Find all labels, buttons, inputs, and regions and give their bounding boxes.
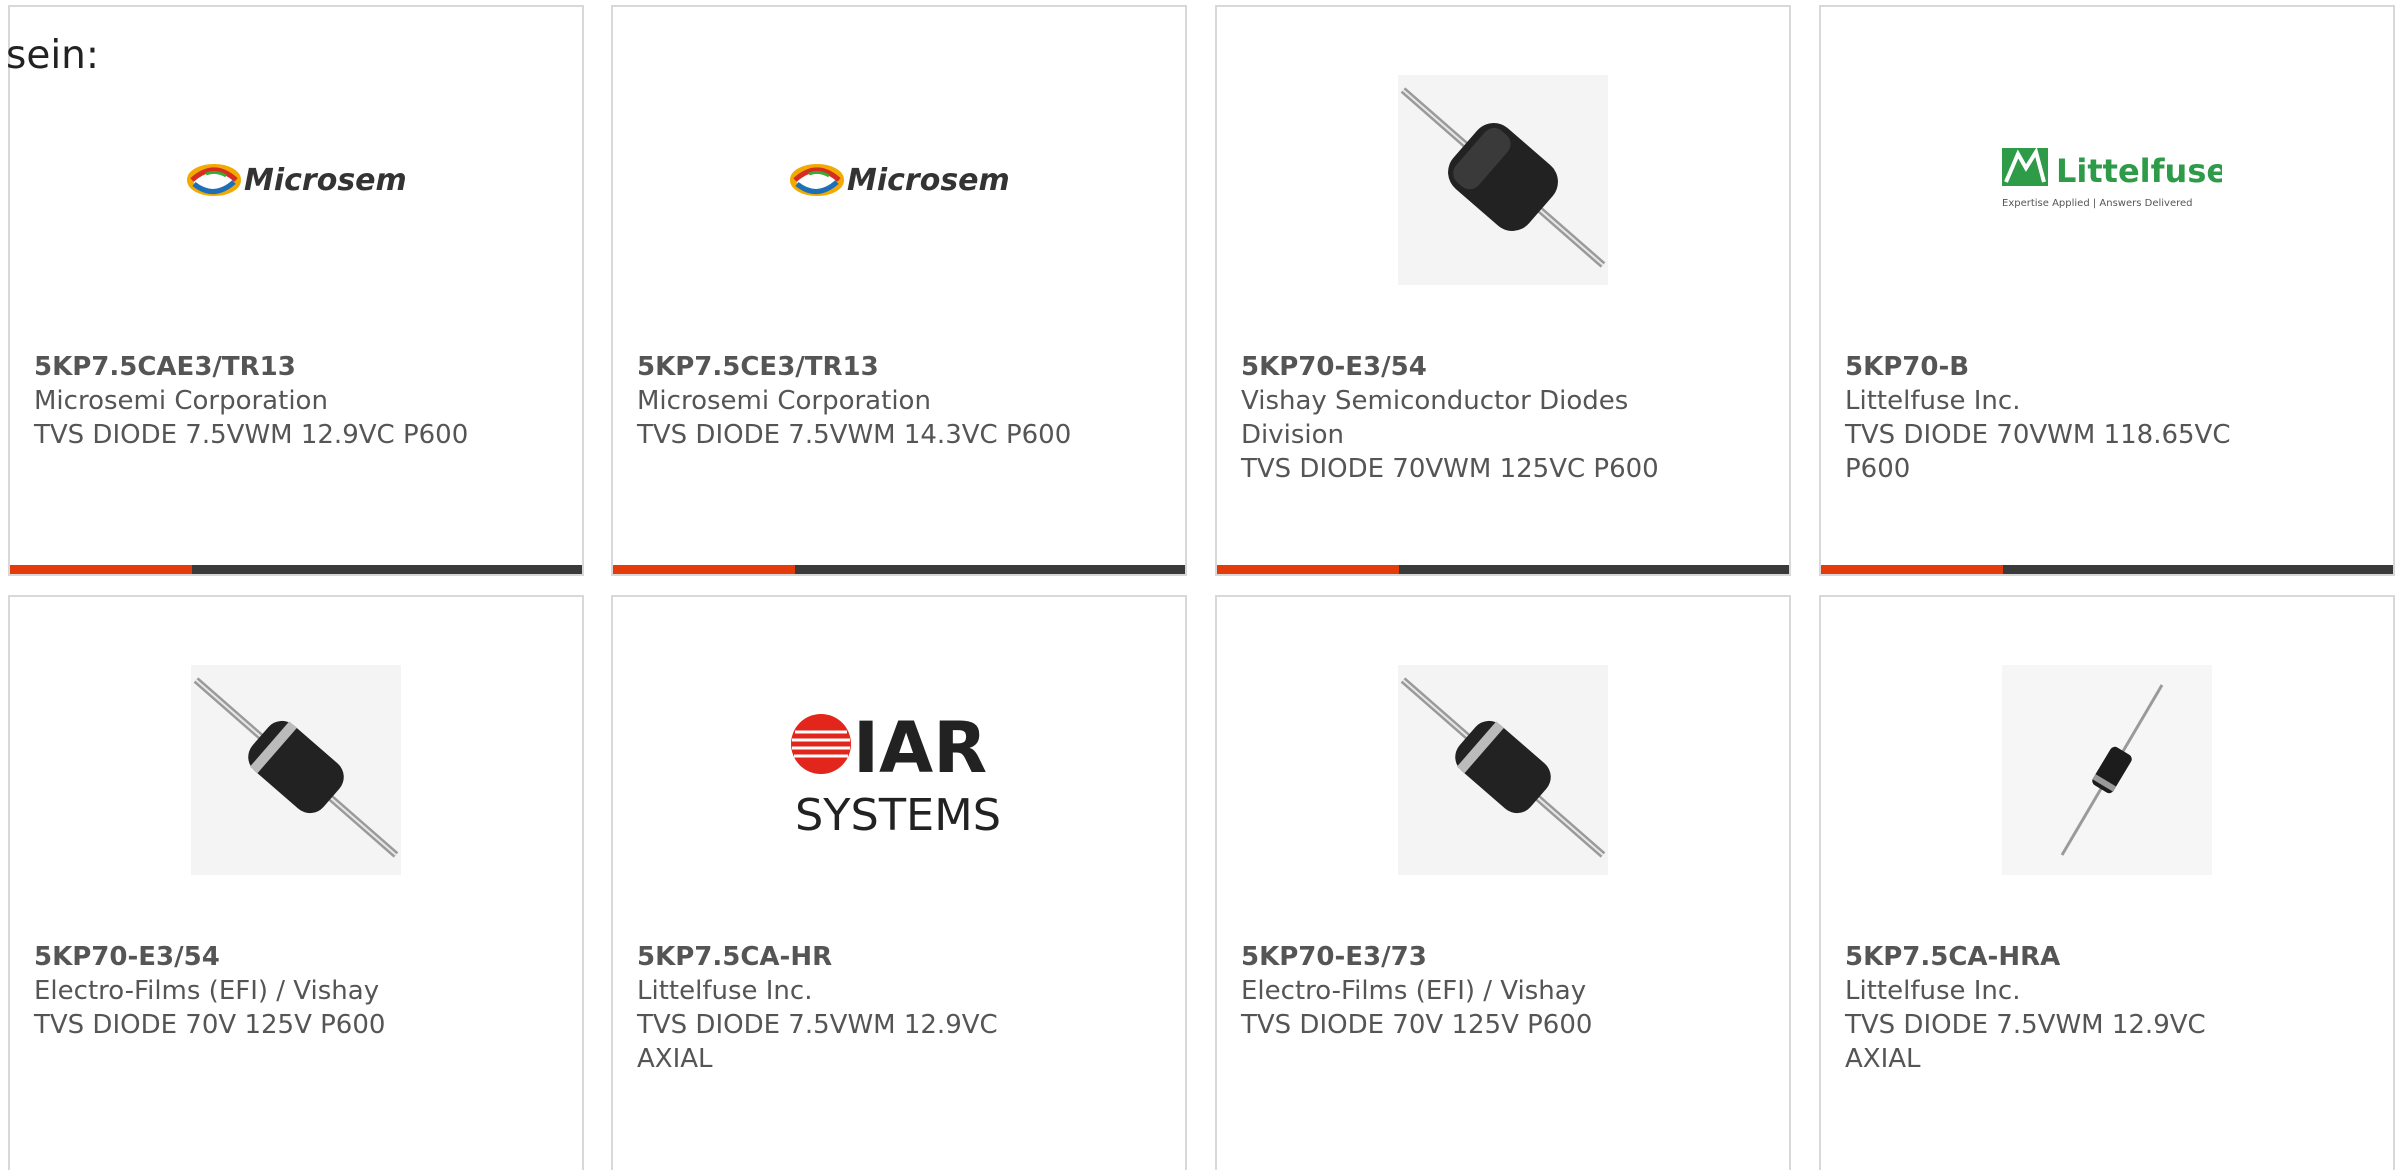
iar-systems-logo-icon: IAR SYSTEMS <box>791 707 1001 840</box>
product-image[interactable]: Microsemi <box>10 65 582 295</box>
card-footer-bar <box>10 565 582 574</box>
svg-text:Microsemi: Microsemi <box>847 163 1009 198</box>
product-card[interactable]: 5KP70-E3/54 Electro-Films (EFI) / Vishay… <box>8 595 584 1170</box>
description: TVS DIODE 70VWM 118.65VC P600 <box>1845 420 2231 484</box>
card-footer-bar <box>613 565 1185 574</box>
product-card[interactable]: Littelfuse Expertise Applied | Answers D… <box>1819 5 2395 576</box>
description: TVS DIODE 7.5VWM 12.9VC P600 <box>34 420 469 450</box>
part-number-link[interactable]: 5KP70-E3/54 <box>34 940 474 974</box>
svg-text:Microsemi: Microsemi <box>244 163 406 198</box>
manufacturer: Littelfuse Inc. <box>1845 976 2021 1006</box>
small-axial-diode-icon <box>2002 665 2212 875</box>
manufacturer: Microsemi Corporation <box>34 386 328 416</box>
manufacturer: Electro-Films (EFI) / Vishay <box>1241 976 1587 1006</box>
card-footer-bar <box>1821 565 2393 574</box>
svg-text:SYSTEMS: SYSTEMS <box>795 790 1001 840</box>
product-card[interactable]: IAR SYSTEMS 5KP7.5CA-HR Littelfuse Inc. … <box>611 595 1187 1170</box>
manufacturer: Electro-Films (EFI) / Vishay <box>34 976 380 1006</box>
product-image[interactable]: Littelfuse Expertise Applied | Answers D… <box>1821 65 2393 295</box>
axial-diode-icon <box>1398 665 1608 875</box>
axial-diode-icon <box>1398 75 1608 285</box>
part-number-link[interactable]: 5KP70-B <box>1845 350 2285 384</box>
product-image[interactable] <box>1217 655 1789 885</box>
card-accent <box>1821 565 2003 574</box>
description: TVS DIODE 70VWM 125VC P600 <box>1241 454 1659 484</box>
manufacturer: Microsemi Corporation <box>637 386 931 416</box>
manufacturer: Littelfuse Inc. <box>1845 386 2021 416</box>
part-number-link[interactable]: 5KP7.5CA-HR <box>637 940 1077 974</box>
product-card[interactable]: Microsemi 5KP7.5CAE3/TR13 Microsemi Corp… <box>8 5 584 576</box>
manufacturer: Vishay Semiconductor Diodes Division <box>1241 386 1629 450</box>
product-image[interactable] <box>10 655 582 885</box>
axial-diode-icon <box>191 665 401 875</box>
intro-text: sein: <box>6 33 100 78</box>
part-number-link[interactable]: 5KP7.5CE3/TR13 <box>637 350 1077 384</box>
svg-text:Expertise Applied | Answers De: Expertise Applied | Answers Delivered <box>2002 198 2193 209</box>
product-card[interactable]: 5KP7.5CA-HRA Littelfuse Inc. TVS DIODE 7… <box>1819 595 2395 1170</box>
svg-text:IAR: IAR <box>853 707 987 789</box>
card-accent <box>10 565 192 574</box>
product-image[interactable]: IAR SYSTEMS <box>613 655 1185 885</box>
microsemi-logo-icon: Microsemi <box>790 163 1009 198</box>
description: TVS DIODE 70V 125V P600 <box>34 1010 386 1040</box>
svg-text:Littelfuse: Littelfuse <box>2056 152 2222 190</box>
product-image[interactable] <box>1821 655 2393 885</box>
manufacturer: Littelfuse Inc. <box>637 976 813 1006</box>
microsemi-logo-icon: Microsemi <box>187 163 406 198</box>
card-footer-bar <box>1217 565 1789 574</box>
littelfuse-logo-icon: Littelfuse Expertise Applied | Answers D… <box>2002 147 2222 209</box>
description: TVS DIODE 7.5VWM 14.3VC P600 <box>637 420 1072 450</box>
part-number-link[interactable]: 5KP7.5CA-HRA <box>1845 940 2285 974</box>
description: TVS DIODE 7.5VWM 12.9VC AXIAL <box>1845 1010 2206 1074</box>
description: TVS DIODE 7.5VWM 12.9VC AXIAL <box>637 1010 998 1074</box>
product-image[interactable] <box>1217 65 1789 295</box>
product-card[interactable]: Microsemi 5KP7.5CE3/TR13 Microsemi Corpo… <box>611 5 1187 576</box>
card-accent <box>613 565 795 574</box>
part-number-link[interactable]: 5KP70-E3/54 <box>1241 350 1681 384</box>
card-accent <box>1217 565 1399 574</box>
product-card[interactable]: 5KP70-E3/54 Vishay Semiconductor Diodes … <box>1215 5 1791 576</box>
description: TVS DIODE 70V 125V P600 <box>1241 1010 1593 1040</box>
product-card[interactable]: 5KP70-E3/73 Electro-Films (EFI) / Vishay… <box>1215 595 1791 1170</box>
product-image[interactable]: Microsemi <box>613 65 1185 295</box>
part-number-link[interactable]: 5KP70-E3/73 <box>1241 940 1681 974</box>
part-number-link[interactable]: 5KP7.5CAE3/TR13 <box>34 350 474 384</box>
